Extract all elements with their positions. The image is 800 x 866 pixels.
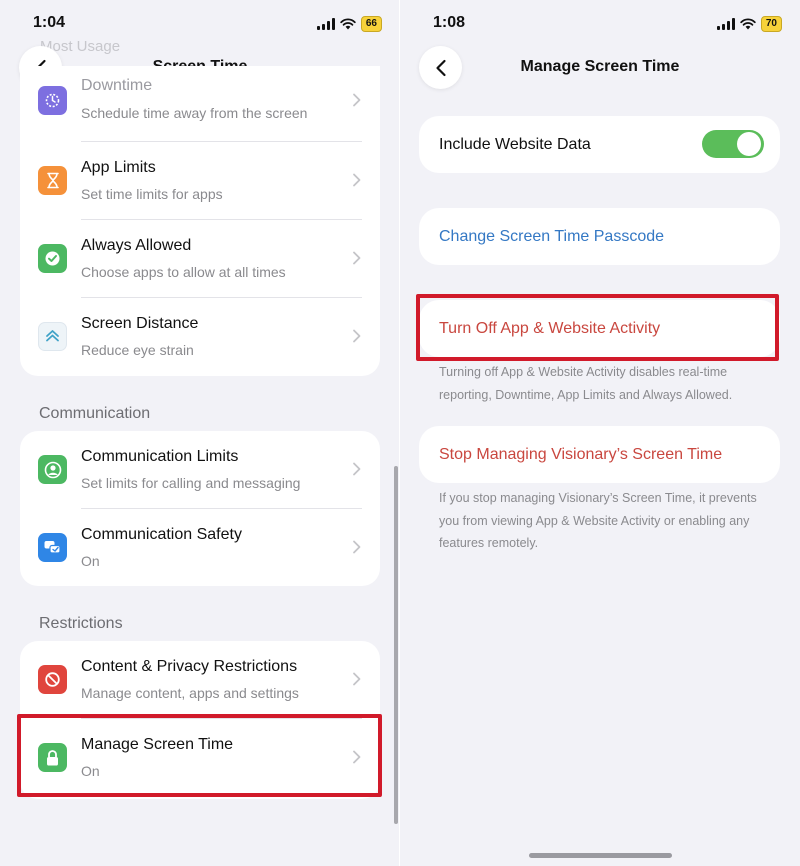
restrictions-header: Restrictions	[39, 615, 123, 632]
content-privacy-title: Content & Privacy Restrictions	[81, 658, 298, 675]
communication-safety-status: On	[81, 553, 100, 569]
home-indicator	[529, 853, 672, 858]
always-allowed-subtitle: Choose apps to allow at all times	[81, 264, 286, 280]
stop-managing-button[interactable]: Stop Managing Visionary’s Screen Time	[419, 426, 780, 483]
chevron-right-icon	[353, 329, 361, 343]
turn-off-footnote: Turning off App & Website Activity disab…	[439, 365, 733, 402]
battery-icon: 66	[360, 16, 382, 32]
content-privacy-row[interactable]: Content & Privacy Restrictions Manage co…	[20, 641, 380, 719]
content-privacy-subtitle: Manage content, apps and settings	[81, 685, 299, 701]
highlight-box	[416, 294, 779, 361]
stop-managing-footnote: If you stop managing Visionary’s Screen …	[439, 491, 757, 550]
always-allowed-row[interactable]: Always Allowed Choose apps to allow at a…	[20, 220, 380, 298]
downtime-subtitle: Schedule time away from the screen	[81, 105, 308, 121]
chevron-right-icon	[353, 93, 361, 107]
communication-safety-title: Communication Safety	[81, 526, 242, 543]
person-circle-icon	[38, 455, 67, 484]
chat-bubbles-icon	[38, 533, 67, 562]
no-sign-icon	[38, 665, 67, 694]
wifi-icon	[740, 18, 756, 30]
status-time: 1:08	[433, 14, 466, 31]
communication-limits-row[interactable]: Communication Limits Set limits for call…	[20, 431, 380, 509]
communication-limits-subtitle: Set limits for calling and messaging	[81, 475, 301, 491]
hourglass-icon	[38, 166, 67, 195]
status-bar: 1:04 66	[0, 12, 400, 36]
page-title: Manage Screen Time	[520, 58, 680, 75]
communication-header: Communication	[39, 405, 151, 422]
scrollbar[interactable]	[394, 466, 398, 824]
status-bar: 1:08 70	[400, 12, 800, 36]
checkmark-seal-icon	[38, 244, 67, 273]
cellular-signal-icon	[716, 18, 735, 30]
always-allowed-title: Always Allowed	[81, 237, 192, 254]
app-limits-title: App Limits	[81, 159, 156, 176]
chevron-right-icon	[353, 173, 361, 187]
app-limits-subtitle: Set time limits for apps	[81, 186, 223, 202]
app-limits-row[interactable]: App Limits Set time limits for apps	[20, 142, 380, 220]
screen-distance-title: Screen Distance	[81, 315, 199, 332]
cellular-signal-icon	[316, 18, 335, 30]
communication-group: Communication Limits Set limits for call…	[20, 431, 380, 586]
screen-distance-icon	[38, 322, 67, 351]
website-data-toggle[interactable]	[702, 130, 764, 158]
screen-distance-subtitle: Reduce eye strain	[81, 342, 194, 358]
communication-safety-row[interactable]: Communication Safety On	[20, 509, 380, 587]
change-passcode-label: Change Screen Time Passcode	[439, 228, 665, 245]
chevron-right-icon	[353, 540, 361, 554]
communication-limits-title: Communication Limits	[81, 448, 239, 465]
website-data-label: Include Website Data	[439, 136, 591, 153]
limits-group: Downtime Schedule time away from the scr…	[20, 66, 380, 376]
highlight-box	[17, 714, 382, 797]
chevron-right-icon	[353, 251, 361, 265]
screen-time-screen: 1:04 66 Most Usage Screen Time Downtime …	[0, 0, 400, 866]
downtime-row[interactable]: Downtime Schedule time away from the scr…	[20, 64, 380, 142]
website-data-row: Include Website Data	[419, 116, 780, 173]
change-passcode-button[interactable]: Change Screen Time Passcode	[419, 208, 780, 265]
stop-managing-label: Stop Managing Visionary’s Screen Time	[439, 446, 723, 463]
status-time: 1:04	[33, 14, 66, 31]
battery-icon: 70	[760, 16, 782, 32]
screen-distance-row[interactable]: Screen Distance Reduce eye strain	[20, 298, 380, 376]
chevron-right-icon	[353, 672, 361, 686]
downtime-icon	[38, 86, 67, 115]
wifi-icon	[340, 18, 356, 30]
chevron-right-icon	[353, 462, 361, 476]
downtime-title: Downtime	[81, 77, 153, 94]
